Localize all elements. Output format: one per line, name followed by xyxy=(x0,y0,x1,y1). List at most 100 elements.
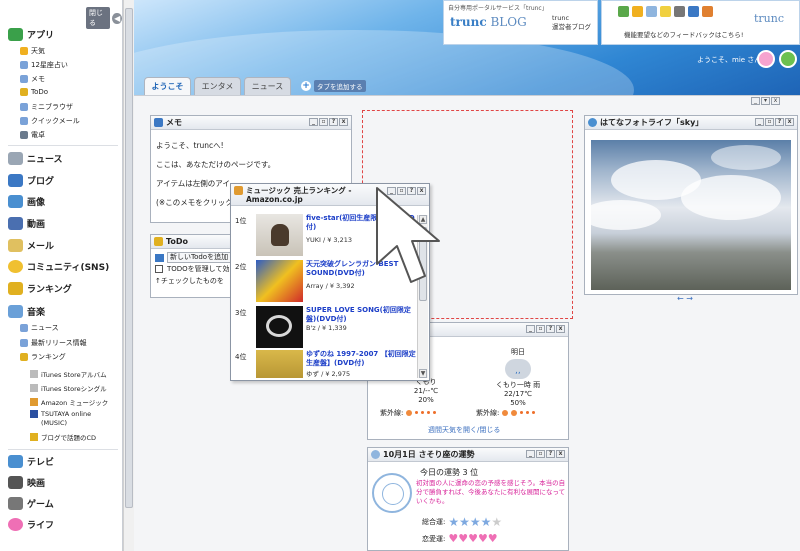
minimize-icon[interactable]: _ xyxy=(526,325,535,333)
sidebar-cat-music[interactable]: 音楽 xyxy=(8,305,45,318)
album-cover-4[interactable] xyxy=(256,350,303,378)
music-row[interactable]: 3位 SUPER LOVE SONG(初回限定盤)(DVD付) B'z / ¥ … xyxy=(231,304,416,350)
sidebar-cat-sns[interactable]: コミュニティ(SNS) xyxy=(8,260,109,273)
avatar[interactable] xyxy=(757,50,775,68)
weather-today: くもり 21/--℃ 20% xyxy=(406,378,446,405)
sidebar-cat-mail[interactable]: メール xyxy=(8,239,54,252)
trunc-logo: trunc xyxy=(754,12,785,25)
sidebar-item-itunes-album[interactable]: iTunes Storeアルバム xyxy=(30,369,107,379)
browser-icon xyxy=(20,103,28,111)
sidebar-item-music-releases[interactable]: 最新リリース情報 xyxy=(20,338,87,348)
music-row[interactable]: 4位 ゆずのね 1997-2007 【初回限定生産盤】(DVD付) ゆず / ¥… xyxy=(231,348,416,378)
film-icon xyxy=(8,476,23,489)
music-title-link[interactable]: ゆずのね 1997-2007 【初回限定生産盤】(DVD付) xyxy=(306,350,416,368)
sidebar-item-quickmail[interactable]: クイックメール xyxy=(20,116,80,126)
copy-icon[interactable]: ▫ xyxy=(319,118,328,126)
sidebar-cat-blog[interactable]: ブログ xyxy=(8,174,54,187)
overall-luck: 総合運: ★★★★★ xyxy=(422,515,502,529)
close-icon[interactable]: x xyxy=(556,325,565,333)
sidebar-cat-image[interactable]: 画像 xyxy=(8,195,45,208)
music-title-link[interactable]: SUPER LOVE SONG(初回限定盤)(DVD付) xyxy=(306,306,416,324)
amazon-icon xyxy=(30,398,38,406)
sidebar-scrollbar[interactable] xyxy=(123,0,134,551)
sidebar-cat-news[interactable]: ニュース xyxy=(8,152,63,165)
album-cover-2[interactable] xyxy=(256,260,303,302)
help-icon[interactable]: ? xyxy=(775,118,784,126)
sidebar-item-label: (MUSIC) xyxy=(41,419,68,427)
sidebar-cat-ranking[interactable]: ランキング xyxy=(8,282,72,295)
help-icon[interactable]: ? xyxy=(329,118,338,126)
sidebar-item-label: iTunes Storeアルバム xyxy=(41,371,107,379)
scrollbar-thumb[interactable] xyxy=(125,8,133,508)
memo-icon xyxy=(20,75,28,83)
sidebar-item-label: 最新リリース情報 xyxy=(31,339,87,347)
minimize-icon[interactable]: _ xyxy=(309,118,318,126)
sidebar-item-weather[interactable]: 天気 xyxy=(20,46,45,56)
smile-icon xyxy=(660,6,671,17)
blog-cd-icon xyxy=(30,433,38,441)
sidebar-cat-game[interactable]: ゲーム xyxy=(8,497,54,510)
sidebar-cat-label: 画像 xyxy=(27,198,46,208)
weekly-weather-link[interactable]: 週間天気を開く/閉じる xyxy=(428,425,500,435)
cloud-rain-icon: ,, xyxy=(505,359,531,379)
todo-checkbox[interactable] xyxy=(155,265,163,273)
copy-icon[interactable]: ▫ xyxy=(536,325,545,333)
close-icon[interactable]: x xyxy=(339,118,348,126)
tab-entertainment[interactable]: エンタメ xyxy=(194,77,241,95)
minimize-icon[interactable]: _ xyxy=(751,97,760,105)
close-icon[interactable]: x xyxy=(785,118,794,126)
sidebar-cat-video[interactable]: 動画 xyxy=(8,217,45,230)
sidebar-cat-life[interactable]: ライフ xyxy=(8,518,54,531)
sidebar-cat-tv[interactable]: テレビ xyxy=(8,455,54,468)
tv-icon xyxy=(8,455,23,468)
sidebar-cat-movie[interactable]: 映画 xyxy=(8,476,45,489)
memo-title-bar[interactable]: メモ _ ▫? x xyxy=(151,116,351,130)
divider xyxy=(8,145,118,146)
restore-icon[interactable]: ▾ xyxy=(761,97,770,105)
close-icon[interactable]: x xyxy=(556,450,565,458)
horoscope-title: 10月1日 さそり座の運勢 xyxy=(383,450,475,459)
help-icon[interactable]: ? xyxy=(546,325,555,333)
tab-welcome[interactable]: ようこそ xyxy=(144,77,191,95)
copy-icon[interactable]: ▫ xyxy=(536,450,545,458)
help-icon[interactable]: ? xyxy=(546,450,555,458)
sidebar-item-blog-cd[interactable]: ブログで話題のCD xyxy=(30,432,96,442)
sidebar-item-tsutaya-sub[interactable]: (MUSIC) xyxy=(41,419,67,427)
trunc-blog-logo: trunc BLOG xyxy=(450,15,527,29)
tab-news[interactable]: ニュース xyxy=(244,77,291,95)
sidebar-item-horoscope[interactable]: 12星座占い xyxy=(20,60,68,70)
promo-blog-banner[interactable]: 自分専用ポータルサービス「trunc」 trunc BLOG trunc 運営者ブ… xyxy=(443,0,598,45)
scroll-down-icon[interactable]: ▼ xyxy=(419,369,427,378)
promo-feedback-banner[interactable]: 機能要望などのフィードバックはこちら! trunc xyxy=(601,0,800,45)
minimize-icon[interactable]: _ xyxy=(755,118,764,126)
photolife-title-bar[interactable]: はてなフォトライフ「sky」 _ ▫? x xyxy=(585,116,797,130)
film-icon xyxy=(674,6,685,17)
minimize-icon[interactable]: _ xyxy=(526,450,535,458)
sidebar-item-itunes-single[interactable]: iTunes Storeシングル xyxy=(30,383,107,393)
sidebar-item-minibrowser[interactable]: ミニブラウザ xyxy=(20,102,73,112)
uv-label: 紫外線: xyxy=(380,409,404,417)
sidebar-item-calculator[interactable]: 電卓 xyxy=(20,130,45,140)
sidebar-item-amazon-music[interactable]: Amazon ミュージック xyxy=(30,397,108,407)
photolife-title: はてなフォトライフ「sky」 xyxy=(600,118,704,127)
sidebar-item-tsutaya[interactable]: TSUTAYA online xyxy=(30,410,91,418)
photo-nav-arrows[interactable]: ← → xyxy=(677,294,693,303)
sidebar-item-music-ranking[interactable]: ランキング xyxy=(20,352,66,362)
close-icon[interactable]: x xyxy=(771,97,780,105)
heart-icon xyxy=(8,518,23,531)
album-cover-3[interactable] xyxy=(256,306,303,348)
memo-title: メモ xyxy=(166,118,182,127)
horoscope-title-bar[interactable]: 10月1日 さそり座の運勢 _ ▫? x xyxy=(368,448,568,462)
sidebar-item-memo[interactable]: メモ xyxy=(20,74,45,84)
sky-photo[interactable] xyxy=(591,140,791,290)
itunes-icon xyxy=(30,370,38,378)
sidebar-close-button[interactable]: 閉じる ◀ xyxy=(86,7,122,29)
copy-icon[interactable]: ▫ xyxy=(765,118,774,126)
album-cover-1[interactable] xyxy=(256,214,303,256)
uv-dots-icon xyxy=(501,410,535,416)
sidebar-cat-app[interactable]: アプリ xyxy=(8,28,54,41)
sidebar-item-music-news[interactable]: ニュース xyxy=(20,323,59,333)
sidebar-item-todo[interactable]: ToDo xyxy=(20,88,48,96)
add-tab-button[interactable]: + タブを追加する xyxy=(301,80,366,92)
settings-icon[interactable] xyxy=(779,50,797,68)
